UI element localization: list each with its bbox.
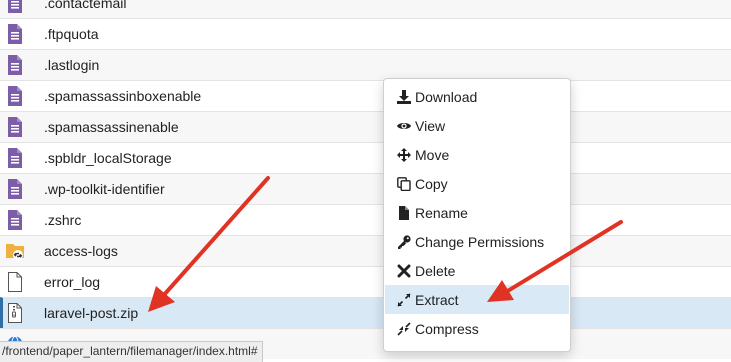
- file-row-selected[interactable]: laravel-post.zip: [0, 297, 731, 328]
- eye-icon: [397, 122, 411, 129]
- file-name[interactable]: .ftpquota: [44, 19, 99, 49]
- document-icon: [6, 55, 24, 75]
- menu-item-label: Extract: [415, 291, 459, 308]
- file-name[interactable]: .zshrc: [44, 205, 81, 235]
- status-bar-url: /frontend/paper_lantern/filemanager/inde…: [0, 341, 263, 362]
- document-icon: [6, 179, 24, 199]
- menu-item-label: Move: [415, 146, 450, 163]
- file-name[interactable]: .spbldr_localStorage: [44, 143, 172, 173]
- file-name[interactable]: error_log: [44, 267, 100, 297]
- menu-item-view[interactable]: View: [385, 111, 569, 140]
- file-icon: [399, 205, 409, 220]
- document-icon: [6, 86, 24, 106]
- file-name[interactable]: .lastlogin: [44, 50, 99, 80]
- menu-item-label: Compress: [415, 320, 479, 337]
- document-icon: [6, 24, 24, 44]
- copy-icon: [397, 176, 411, 191]
- compress-icon: [397, 321, 411, 336]
- archive-icon: [6, 303, 24, 323]
- move-icon: [397, 147, 411, 162]
- file-row[interactable]: .wp-toolkit-identifier: [0, 173, 731, 204]
- file-row[interactable]: .lastlogin: [0, 49, 731, 80]
- file-row[interactable]: .spamassassinenable: [0, 111, 731, 142]
- file-name[interactable]: .spamassassinboxenable: [44, 81, 201, 111]
- menu-item-move[interactable]: Move: [385, 140, 569, 169]
- file-row[interactable]: .ftpquota: [0, 18, 731, 49]
- menu-item-label: Copy: [415, 175, 448, 192]
- menu-item-change-permissions[interactable]: Change Permissions: [385, 227, 569, 256]
- folder-name[interactable]: access-logs: [44, 236, 118, 266]
- file-name[interactable]: .spamassassinenable: [44, 112, 179, 142]
- menu-item-rename[interactable]: Rename: [385, 198, 569, 227]
- document-icon: [6, 148, 24, 168]
- menu-item-download[interactable]: Download: [385, 82, 569, 111]
- expand-icon: [397, 292, 411, 307]
- file-name[interactable]: laravel-post.zip: [44, 298, 138, 328]
- menu-item-label: Change Permissions: [415, 233, 545, 250]
- menu-item-delete[interactable]: Delete: [385, 256, 569, 285]
- menu-item-copy[interactable]: Copy: [385, 169, 569, 198]
- menu-item-label: Rename: [415, 204, 468, 221]
- menu-item-label: Delete: [415, 262, 456, 279]
- document-icon: [6, 210, 24, 230]
- file-name[interactable]: .wp-toolkit-identifier: [44, 174, 165, 204]
- file-name[interactable]: .contactemail: [44, 0, 126, 18]
- menu-item-label: Download: [415, 88, 478, 105]
- menu-item-compress[interactable]: Compress: [385, 314, 569, 343]
- file-row[interactable]: error_log: [0, 266, 731, 297]
- menu-item-extract[interactable]: Extract: [385, 285, 569, 314]
- file-row[interactable]: .contactemail: [0, 0, 731, 18]
- file-row[interactable]: .zshrc: [0, 204, 731, 235]
- x-icon: [397, 264, 411, 277]
- download-icon: [397, 89, 411, 104]
- key-icon: [398, 234, 411, 249]
- menu-item-label: View: [415, 117, 446, 134]
- document-icon: [6, 117, 24, 137]
- document-icon: [6, 0, 24, 13]
- folder-link-icon: [6, 241, 24, 261]
- context-menu: Download View Move Copy Rename Change Pe…: [383, 78, 571, 352]
- file-icon: [6, 272, 24, 292]
- file-row[interactable]: .spamassassinboxenable: [0, 80, 731, 111]
- file-row[interactable]: access-logs: [0, 235, 731, 266]
- file-row[interactable]: .spbldr_localStorage: [0, 142, 731, 173]
